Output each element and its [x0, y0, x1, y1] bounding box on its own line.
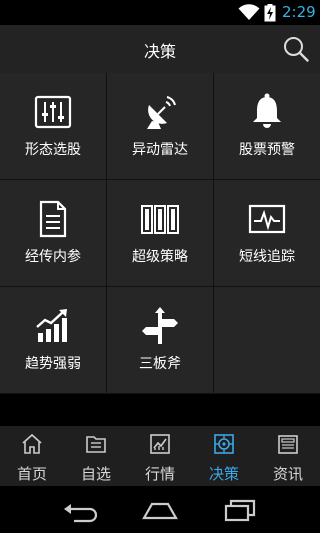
spacer — [0, 394, 320, 426]
back-icon[interactable] — [60, 496, 100, 524]
home-nav-icon[interactable] — [140, 496, 180, 524]
tool-three-axes[interactable]: 三板斧 — [107, 287, 213, 393]
chart-icon — [150, 434, 170, 454]
wifi-icon — [238, 4, 260, 20]
system-nav-bar — [0, 486, 320, 533]
radar-dish-icon — [147, 96, 176, 129]
tab-market[interactable]: 行情 — [128, 426, 192, 486]
tab-label: 决策 — [208, 465, 239, 483]
tool-label: 超级策略 — [132, 249, 188, 265]
sliders-icon — [34, 95, 72, 129]
tool-label: 经传内参 — [25, 249, 81, 265]
status-bar: 2:29 — [0, 0, 320, 25]
tab-decision[interactable]: 决策 — [192, 426, 256, 486]
page-title: 决策 — [143, 42, 176, 61]
pulse-monitor-icon — [248, 204, 286, 234]
news-icon — [278, 435, 298, 454]
target-icon — [214, 434, 234, 454]
tool-trend-strength[interactable]: 趋势强弱 — [0, 287, 106, 393]
tab-label: 自选 — [80, 465, 111, 483]
tool-insider-report[interactable]: 经传内参 — [0, 180, 106, 286]
document-icon — [39, 200, 67, 238]
tool-label: 趋势强弱 — [25, 356, 81, 372]
tool-label: 短线追踪 — [239, 249, 295, 265]
folder-icon — [86, 436, 106, 453]
tool-short-tracking[interactable]: 短线追踪 — [214, 180, 320, 286]
home-icon — [22, 433, 42, 454]
tool-super-strategy[interactable]: 超级策略 — [107, 180, 213, 286]
battery-charging-icon — [264, 4, 276, 22]
signpost-icon — [142, 307, 178, 344]
tool-radar[interactable]: 异动雷达 — [107, 73, 213, 179]
tab-label: 首页 — [16, 465, 47, 483]
tool-label: 形态选股 — [25, 142, 81, 158]
tab-home[interactable]: 首页 — [0, 426, 64, 486]
tool-label: 股票预警 — [239, 142, 295, 158]
tool-label: 三板斧 — [139, 356, 181, 372]
clock: 2:29 — [282, 3, 316, 21]
tool-pattern-stock[interactable]: 形态选股 — [0, 73, 106, 179]
bottom-tab-bar: 首页 自选 行情 决策 资讯 — [0, 426, 320, 486]
tab-news[interactable]: 资讯 — [256, 426, 320, 486]
tool-grid: 形态选股 异动雷达 股票预警 经传内参 超级策略 短线追踪 趋势强弱 三板斧 — [0, 73, 320, 394]
search-icon[interactable] — [283, 36, 309, 62]
app-header: 决策 — [0, 25, 320, 73]
tool-label: 异动雷达 — [132, 142, 188, 158]
tool-stock-alert[interactable]: 股票预警 — [214, 73, 320, 179]
empty-cell — [214, 287, 320, 393]
tab-label: 资讯 — [272, 465, 303, 483]
recent-apps-icon[interactable] — [220, 496, 260, 524]
tab-watchlist[interactable]: 自选 — [64, 426, 128, 486]
bell-icon — [253, 93, 281, 128]
columns-icon — [141, 205, 179, 234]
trend-bars-icon — [36, 309, 67, 342]
tab-label: 行情 — [144, 465, 175, 483]
